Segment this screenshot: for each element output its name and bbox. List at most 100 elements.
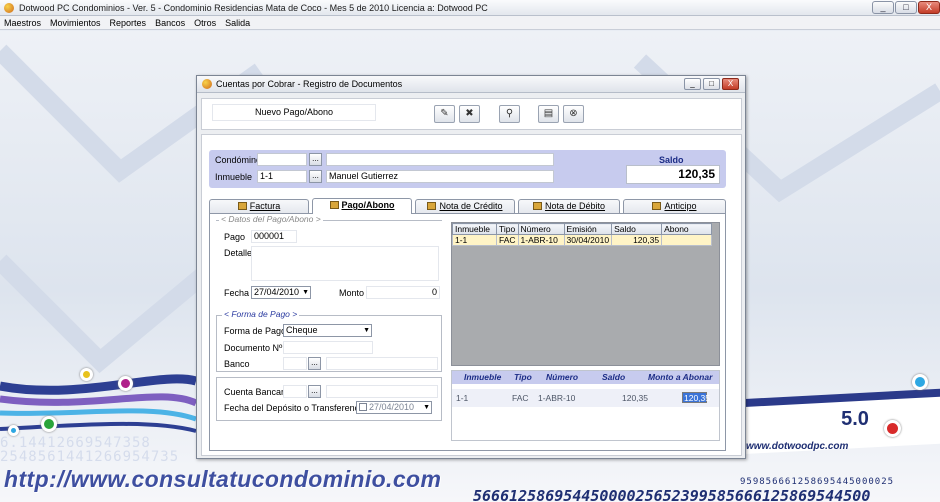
dialog-title-bar: Cuentas por Cobrar - Registro de Documen… — [197, 76, 745, 93]
dialog-title: Cuentas por Cobrar - Registro de Documen… — [216, 79, 403, 89]
menu-movimientos[interactable]: Movimientos — [50, 18, 101, 28]
minimize-button[interactable]: _ — [872, 1, 894, 14]
menu-bar: Maestros Movimientos Reportes Bancos Otr… — [0, 16, 940, 30]
col-abono[interactable]: Abono — [661, 223, 713, 235]
forma-pago-label: Forma de Pago — [224, 326, 287, 336]
documents-grid: Inmueble Tipo Número Emisión Saldo Abono… — [451, 222, 720, 366]
tab-nota-debito-label: Nota de Débito — [544, 201, 606, 211]
search-icon[interactable]: ⚲ — [499, 105, 520, 123]
forma-pago-select[interactable]: Cheque ▼ — [283, 324, 372, 337]
tab-nota-credito[interactable]: Nota de Crédito — [415, 199, 515, 213]
pago-number-field[interactable]: 000001 — [251, 230, 297, 243]
col-saldo[interactable]: Saldo — [611, 223, 663, 235]
tab-anticipo-label: Anticipo — [664, 201, 697, 211]
documents-dialog: Cuentas por Cobrar - Registro de Documen… — [196, 75, 746, 459]
documento-input[interactable] — [283, 341, 373, 354]
apply-panel: Inmueble Tipo Número Saldo Monto a Abona… — [451, 370, 720, 441]
app-icon — [4, 2, 14, 13]
documento-label: Documento Nº — [224, 343, 283, 353]
cell-abono[interactable] — [661, 234, 713, 246]
menu-maestros[interactable]: Maestros — [4, 18, 41, 28]
green-dot — [41, 416, 57, 432]
deposito-checkbox[interactable] — [359, 403, 367, 411]
banco-lookup-button[interactable]: ... — [308, 357, 321, 370]
dialog-minimize-button[interactable]: _ — [684, 78, 701, 90]
dialog-body: Condómino ... Inmueble 1-1 ... Manuel Gu… — [201, 134, 742, 456]
cyan-dot — [912, 374, 928, 390]
apply-numero: 1-ABR-10 — [538, 393, 576, 403]
col-inmueble[interactable]: Inmueble — [452, 223, 497, 235]
condominio-lookup-button[interactable]: ... — [309, 153, 322, 166]
menu-reportes[interactable]: Reportes — [110, 18, 147, 28]
yellow-dot — [80, 368, 93, 381]
apply-tipo: FAC — [512, 393, 529, 403]
cell-tipo: FAC — [496, 234, 519, 246]
fecha-date-picker[interactable]: 27/04/2010 ▼ — [251, 286, 311, 299]
nota-credito-icon — [427, 202, 437, 210]
tab-anticipo[interactable]: Anticipo — [623, 199, 726, 213]
col-emision[interactable]: Emisión — [563, 223, 613, 235]
saldo-value: 120,35 — [626, 165, 720, 184]
maximize-button[interactable]: □ — [895, 1, 917, 14]
bg-number-3: 5666125869544500002565239958566612586954… — [473, 487, 871, 502]
banco-label: Banco — [224, 359, 250, 369]
condominio-code-input[interactable] — [257, 153, 307, 166]
close-circle-icon[interactable]: ⊗ — [563, 105, 584, 123]
tab-pago-abono[interactable]: Pago/Abono — [312, 198, 412, 214]
inmueble-owner-input[interactable]: Manuel Gutierrez — [326, 170, 554, 183]
save-icon[interactable]: ▤ — [538, 105, 559, 123]
menu-salida[interactable]: Salida — [225, 18, 250, 28]
monto-input[interactable]: 0 — [366, 286, 440, 299]
chevron-down-icon: ▼ — [363, 327, 370, 334]
deposito-date-picker[interactable]: 27/04/2010 ▼ — [356, 401, 432, 414]
inmueble-code-input[interactable]: 1-1 — [257, 170, 307, 183]
anticipo-icon — [652, 202, 662, 210]
close-button[interactable]: X — [918, 1, 940, 14]
col-numero[interactable]: Número — [517, 223, 565, 235]
dialog-toolbar: Nuevo Pago/Abono ✎ ✖ ⚲ ▤ ⊗ — [201, 98, 742, 130]
banco-name-input[interactable] — [326, 357, 438, 370]
table-row[interactable]: 1-1 FAC 1-ABR-10 30/04/2010 120,35 — [452, 234, 713, 246]
tab-nota-debito[interactable]: Nota de Débito — [518, 199, 620, 213]
cell-emision: 30/04/2010 — [563, 234, 613, 246]
apply-col-monto: Monto a Abonar — [648, 372, 713, 382]
dialog-maximize-button[interactable]: □ — [703, 78, 720, 90]
factura-icon — [237, 202, 247, 210]
cuenta-code-input[interactable] — [283, 385, 307, 398]
chevron-down-icon: ▼ — [302, 289, 309, 296]
bg-number-2: 2548561441266954735 — [0, 449, 180, 465]
documents-table: Inmueble Tipo Número Emisión Saldo Abono… — [452, 223, 713, 246]
apply-col-tipo: Tipo — [514, 372, 532, 382]
chevron-down-icon: ▼ — [423, 404, 430, 411]
detalle-label: Detalle — [224, 248, 253, 258]
delete-icon[interactable]: ✖ — [459, 105, 480, 123]
blue-dot — [8, 425, 19, 436]
dialog-icon — [202, 79, 212, 89]
background-url: http://www.consultatucondominio.com — [4, 466, 442, 492]
menu-otros[interactable]: Otros — [194, 18, 216, 28]
cuenta-name-input[interactable] — [326, 385, 438, 398]
cell-saldo: 120,35 — [611, 234, 663, 246]
tab-panel-pago-abono: < Datos del Pago/Abono > Pago 000001 Det… — [209, 213, 726, 451]
bg-number-4: 959856661258695445000025 — [740, 477, 895, 487]
tab-pago-abono-label: Pago/Abono — [341, 200, 395, 210]
cuenta-group — [216, 377, 442, 421]
inmueble-lookup-button[interactable]: ... — [309, 170, 322, 183]
edit-icon[interactable]: ✎ — [434, 105, 455, 123]
magenta-dot — [118, 376, 133, 391]
apply-row — [452, 389, 719, 407]
fecha-value: 27/04/2010 — [254, 287, 300, 297]
apply-col-numero: Número — [546, 372, 579, 382]
pago-label: Pago — [224, 232, 246, 242]
col-tipo[interactable]: Tipo — [496, 223, 519, 235]
cuenta-lookup-button[interactable]: ... — [308, 385, 321, 398]
dialog-close-button[interactable]: X — [722, 78, 739, 90]
banco-code-input[interactable] — [283, 357, 307, 370]
detalle-textarea[interactable] — [251, 246, 439, 281]
condominio-name-input[interactable] — [326, 153, 554, 166]
monto-abonar-input[interactable]: 120,35 — [682, 392, 710, 403]
menu-bancos[interactable]: Bancos — [155, 18, 185, 28]
deposito-label: Fecha del Depósito o Transferencia — [224, 403, 367, 413]
tab-factura[interactable]: Factura — [209, 199, 309, 213]
website-label: www.dotwoodpc.com — [746, 441, 849, 452]
